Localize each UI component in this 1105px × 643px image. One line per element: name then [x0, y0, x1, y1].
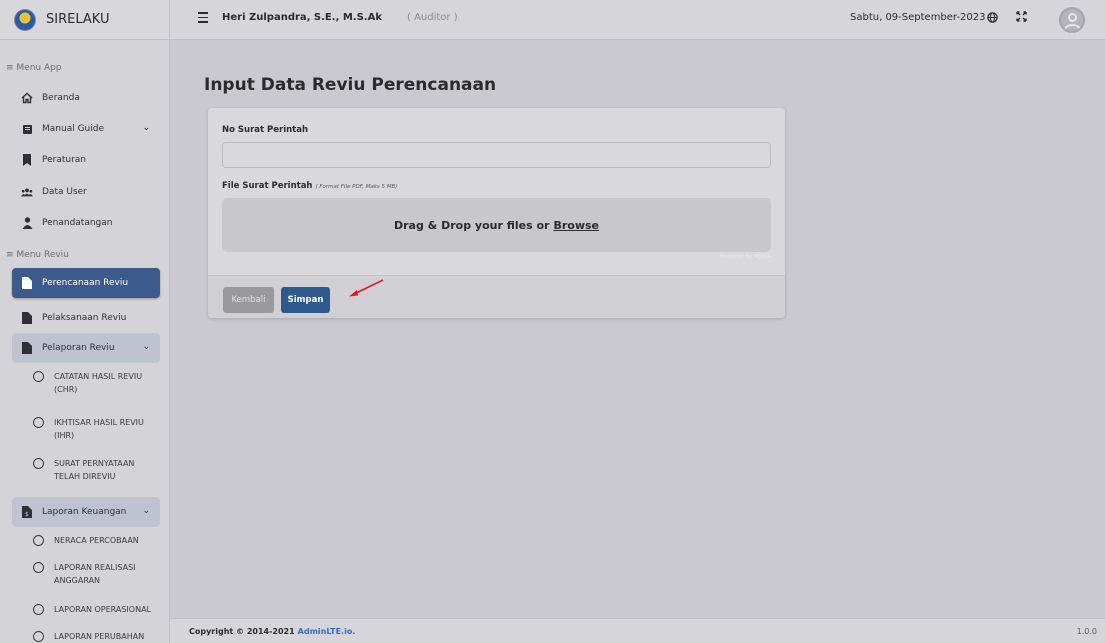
sidebar-subitem-label: CATATAN HASIL REVIU	[54, 372, 143, 381]
form-card: No Surat Perintah File Surat Perintah ( …	[208, 108, 785, 318]
file-icon	[21, 312, 33, 324]
brand-name: SIRELAKU	[46, 12, 110, 27]
sidebar-subitem-label: NERACA PERCOBAAN	[54, 536, 139, 545]
globe-icon[interactable]	[987, 12, 998, 26]
page-footer: Copyright © 2014-2021 AdminLTE.io. 1.0.0	[170, 618, 1105, 643]
sidebar-item-label: Laporan Keuangan	[42, 507, 127, 517]
current-date: Sabtu, 09-September-2023	[850, 12, 986, 23]
brand-logo	[14, 8, 36, 31]
sidebar-item-label: Beranda	[42, 93, 80, 103]
sidebar-item-pelaksanaan-reviu[interactable]: Pelaksanaan Reviu	[12, 303, 160, 333]
sidebar-item-manual-guide[interactable]: Manual Guide ⌄	[12, 114, 160, 144]
file-invoice-icon: $	[21, 506, 33, 518]
circle-icon	[33, 604, 44, 615]
file-surat-label: File Surat Perintah ( Format File PDF, M…	[222, 181, 397, 191]
file-icon	[21, 342, 33, 354]
sidebar-item-laporan-keuangan[interactable]: $ Laporan Keuangan ⌄	[12, 497, 160, 527]
users-icon	[21, 186, 33, 198]
version-label: 1.0.0	[1076, 626, 1097, 636]
menu-header-app: ≡ Menu App	[6, 63, 62, 73]
sidebar-item-data-user[interactable]: Data User	[12, 177, 160, 207]
user-avatar[interactable]	[1059, 7, 1085, 33]
sidebar-subitem-lo[interactable]: LAPORAN OPERASIONAL	[33, 603, 163, 616]
hamburger-menu-icon[interactable]	[198, 12, 208, 26]
sidebar-subitem-lpe[interactable]: LAPORAN PERUBAHAN	[33, 630, 163, 643]
sidebar-subitem-label-2: (IHR)	[54, 431, 75, 440]
circle-icon	[33, 417, 44, 428]
circle-icon	[33, 631, 44, 642]
circle-icon	[33, 562, 44, 573]
sidebar-item-pelaporan-reviu[interactable]: Pelaporan Reviu ⌄	[12, 333, 160, 363]
copyright-text: Copyright © 2014-2021	[189, 626, 295, 636]
sidebar-item-penandatangan[interactable]: Penandatangan	[12, 208, 160, 238]
sidebar-item-label: Pelaksanaan Reviu	[42, 313, 127, 323]
sidebar-subitem-label: LAPORAN PERUBAHAN	[54, 632, 145, 641]
sidebar-subitem-label: SURAT PERNYATAAN	[54, 459, 135, 468]
sidebar-subitem-ihr[interactable]: IKHTISAR HASIL REVIU (IHR)	[33, 416, 163, 442]
user-icon	[21, 217, 33, 229]
brand-link[interactable]: SIRELAKU	[0, 0, 169, 40]
browse-link[interactable]: Browse	[553, 219, 599, 232]
user-name: Heri Zulpandra, S.E., M.S.Ak	[222, 12, 382, 23]
file-format-hint: ( Format File PDF, Maks 5 MB)	[315, 184, 398, 190]
top-navbar: Heri Zulpandra, S.E., M.S.Ak ( Auditor )…	[170, 0, 1105, 40]
sidebar-subitem-surat-pernyataan[interactable]: SURAT PERNYATAAN TELAH DIREVIU	[33, 457, 163, 483]
file-surat-label-text: File Surat Perintah	[222, 181, 313, 191]
red-arrow-annotation	[349, 279, 384, 297]
sidebar-subitem-label-2: TELAH DIREVIU	[54, 472, 116, 481]
circle-icon	[33, 458, 44, 469]
fullscreen-icon[interactable]	[1016, 11, 1027, 25]
sidebar-item-perencanaan-reviu[interactable]: Perencanaan Reviu	[12, 268, 160, 298]
no-surat-label-text: No Surat Perintah	[222, 125, 309, 135]
menu-header-reviu: ≡ Menu Reviu	[6, 250, 69, 260]
chevron-down-icon: ⌄	[142, 342, 150, 352]
sidebar-subitem-label: IKHTISAR HASIL REVIU	[54, 418, 144, 427]
sidebar-item-label: Manual Guide	[42, 124, 104, 134]
sidebar: SIRELAKU ≡ Menu App Beranda Manual Guide…	[0, 0, 170, 643]
page-title: Input Data Reviu Perencanaan	[204, 75, 497, 95]
sidebar-item-label: Perencanaan Reviu	[42, 278, 129, 288]
chevron-down-icon: ⌄	[142, 123, 150, 133]
svg-text:$: $	[25, 511, 29, 518]
sidebar-item-label: Peraturan	[42, 155, 87, 165]
save-button[interactable]: Simpan	[281, 287, 330, 313]
sidebar-subitem-lra[interactable]: LAPORAN REALISASI ANGGARAN	[33, 561, 163, 587]
card-footer: Kembali Simpan	[208, 275, 785, 318]
adminlte-link[interactable]: AdminLTE.io.	[298, 627, 356, 636]
no-surat-input[interactable]	[222, 142, 771, 168]
bookmark-icon	[21, 154, 33, 166]
sidebar-item-peraturan[interactable]: Peraturan	[12, 145, 160, 175]
sidebar-item-beranda[interactable]: Beranda	[12, 83, 160, 113]
sidebar-subitem-label: LAPORAN REALISASI	[54, 563, 136, 572]
dropzone-text: Drag & Drop your files or	[393, 218, 550, 232]
powered-by-label: Powered by PQINA	[720, 254, 771, 260]
circle-icon	[33, 371, 44, 382]
file-dropzone[interactable]: Drag & Drop your files or Browse	[222, 198, 771, 252]
sidebar-subitem-neraca[interactable]: NERACA PERCOBAAN	[33, 534, 163, 547]
no-surat-label: No Surat Perintah	[222, 125, 308, 135]
back-button[interactable]: Kembali	[223, 287, 274, 313]
sidebar-item-label: Penandatangan	[42, 218, 113, 228]
sidebar-item-label: Pelaporan Reviu	[42, 343, 115, 353]
sidebar-subitem-label-2: ANGGARAN	[54, 576, 101, 585]
sidebar-subitem-chr[interactable]: CATATAN HASIL REVIU (CHR)	[33, 370, 163, 396]
user-role: ( Auditor )	[407, 12, 458, 23]
sidebar-item-label: Data User	[42, 187, 87, 197]
home-icon	[21, 92, 33, 104]
chevron-down-icon: ⌄	[142, 506, 150, 516]
sidebar-subitem-label: LAPORAN OPERASIONAL	[54, 605, 151, 614]
sidebar-subitem-label-2: (CHR)	[54, 385, 78, 394]
file-icon	[21, 277, 33, 289]
circle-icon	[33, 535, 44, 546]
book-icon	[21, 123, 33, 135]
